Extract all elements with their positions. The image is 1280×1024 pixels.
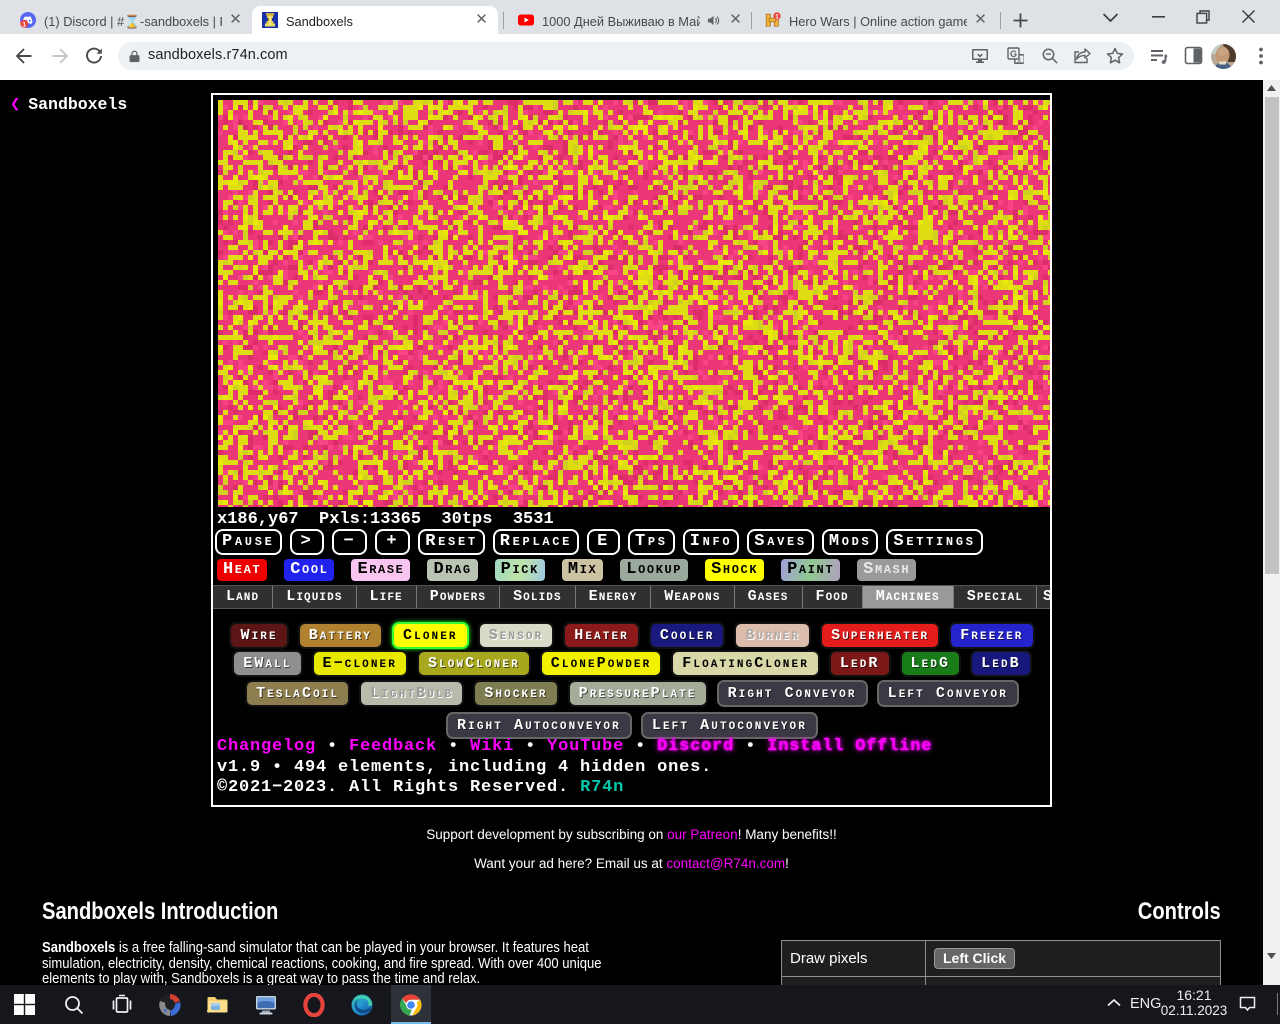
- svg-text:G: G: [1010, 49, 1017, 59]
- svg-text:1: 1: [22, 21, 26, 28]
- svg-text:1: 1: [775, 14, 779, 21]
- svg-text:x: x: [1017, 55, 1021, 64]
